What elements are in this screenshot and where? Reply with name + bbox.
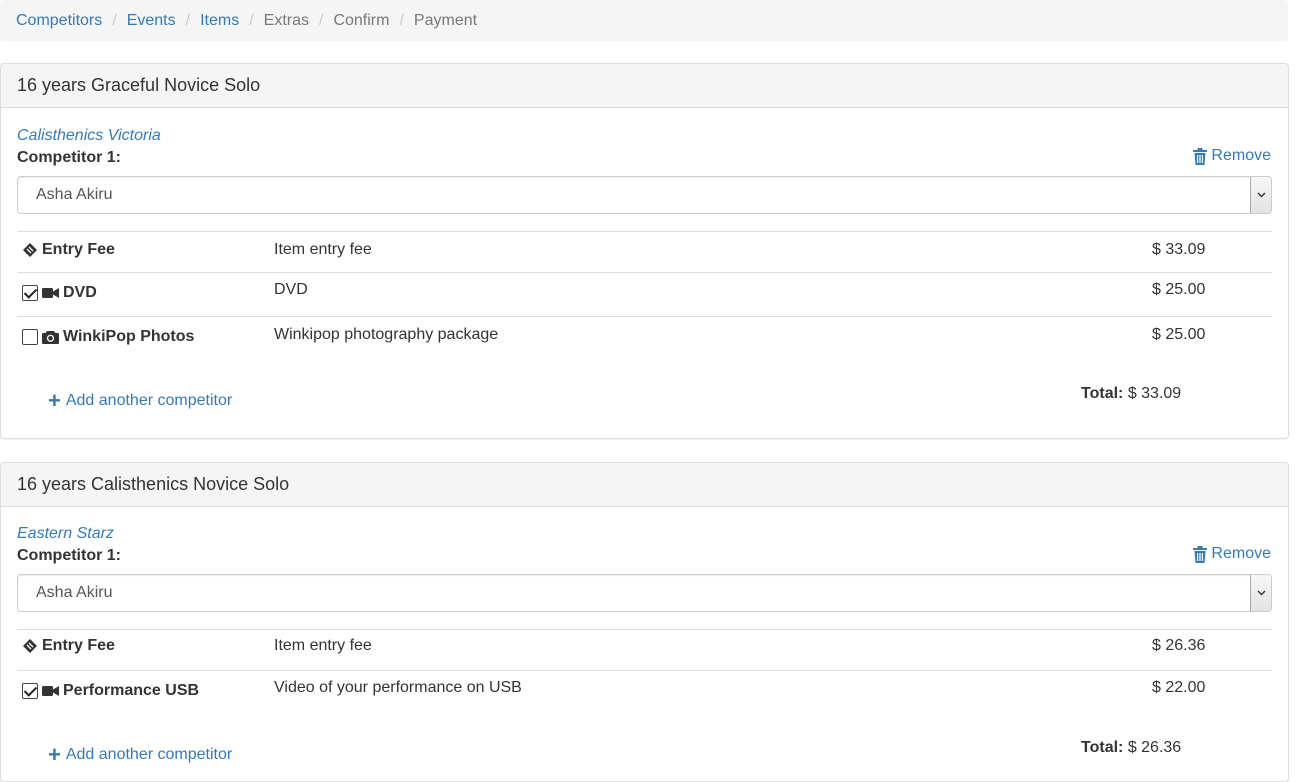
video-camera-icon [42, 685, 59, 697]
competitor-select-value: Asha Akiru [36, 584, 113, 601]
competitor-select[interactable]: Asha Akiru [17, 176, 1272, 214]
item-name: DVD [63, 284, 97, 301]
total-value: $ 26.36 [1127, 739, 1182, 756]
breadcrumb-competitors[interactable]: Competitors [16, 12, 102, 30]
item-description: DVD [274, 281, 308, 298]
item-name-cell: Entry Fee [22, 241, 115, 259]
breadcrumb-confirm: Confirm [333, 11, 390, 29]
winkipop-checkbox[interactable] [22, 329, 38, 345]
camera-icon [42, 330, 59, 344]
event-panel: 16 years Calisthenics Novice Solo Easter… [0, 462, 1289, 782]
items-table: Entry Fee Item entry fee $ 26.36 Perform… [17, 629, 1272, 714]
total: Total: $ 33.09 [1081, 385, 1181, 403]
ticket-icon [22, 638, 38, 654]
breadcrumb-extras: Extras [263, 11, 309, 29]
video-camera-icon [42, 287, 59, 299]
chevron-down-icon[interactable] [1250, 575, 1271, 611]
item-price: $ 25.00 [1152, 326, 1206, 343]
item-description: Winkipop photography package [274, 326, 499, 343]
plus-icon: + [48, 388, 61, 413]
organisation-link[interactable]: Calisthenics Victoria [17, 127, 161, 145]
remove-button[interactable]: Remove [1193, 147, 1271, 165]
event-title: 16 years Graceful Novice Solo [1, 64, 1288, 108]
item-name-cell: DVD [22, 284, 97, 302]
add-competitor-button[interactable]: + Add another competitor [48, 388, 233, 413]
item-description: Item entry fee [274, 241, 372, 258]
item-name: Performance USB [63, 682, 200, 699]
item-price: $ 26.36 [1152, 637, 1206, 654]
item-row-entry-fee: Entry Fee Item entry fee $ 26.36 [17, 629, 1272, 670]
breadcrumb: Competitors / Events / Items / Extras / … [0, 0, 1288, 41]
ticket-icon [22, 242, 38, 258]
item-name: Entry Fee [42, 241, 115, 258]
total-label: Total: [1081, 385, 1124, 402]
performance-usb-checkbox[interactable] [22, 683, 38, 699]
item-description: Video of your performance on USB [274, 679, 522, 696]
item-description: Item entry fee [274, 637, 372, 654]
add-competitor-label: Add another competitor [65, 746, 233, 763]
breadcrumb-items[interactable]: Items [200, 12, 239, 30]
add-competitor-label: Add another competitor [65, 392, 233, 409]
item-price: $ 25.00 [1152, 281, 1206, 298]
item-price: $ 33.09 [1152, 241, 1206, 258]
item-name: Entry Fee [42, 637, 115, 654]
breadcrumb-separator: / [185, 11, 191, 29]
event-panel: 16 years Graceful Novice Solo Calistheni… [0, 63, 1289, 439]
breadcrumb-separator: / [399, 11, 404, 29]
breadcrumb-payment: Payment [413, 11, 478, 29]
item-row-winkipop: WinkiPop Photos Winkipop photography pac… [17, 316, 1272, 360]
breadcrumb-separator: / [319, 11, 324, 29]
plus-icon: + [48, 742, 61, 767]
competitor-select[interactable]: Asha Akiru [17, 574, 1272, 612]
breadcrumb-events[interactable]: Events [127, 12, 176, 30]
competitor-label: Competitor 1: [17, 149, 121, 166]
competitor-select-value: Asha Akiru [36, 186, 113, 203]
item-name-cell: Performance USB [22, 682, 199, 700]
dvd-checkbox[interactable] [22, 285, 38, 301]
item-name: WinkiPop Photos [63, 328, 195, 345]
item-name-cell: Entry Fee [22, 637, 115, 655]
trash-icon [1193, 545, 1208, 563]
remove-label: Remove [1211, 147, 1271, 164]
breadcrumb-separator: / [249, 11, 254, 29]
add-competitor-button[interactable]: + Add another competitor [48, 742, 233, 767]
remove-button[interactable]: Remove [1193, 545, 1271, 563]
item-row-entry-fee: Entry Fee Item entry fee $ 33.09 [17, 231, 1272, 272]
item-name-cell: WinkiPop Photos [22, 328, 194, 346]
item-row-performance-usb: Performance USB Video of your performanc… [17, 670, 1272, 714]
item-row-dvd: DVD DVD $ 25.00 [17, 272, 1272, 316]
total-value: $ 33.09 [1127, 385, 1182, 402]
breadcrumb-separator: / [112, 11, 117, 29]
trash-icon [1193, 147, 1208, 165]
competitor-label: Competitor 1: [17, 547, 121, 564]
chevron-down-icon[interactable] [1250, 177, 1271, 213]
event-title: 16 years Calisthenics Novice Solo [1, 463, 1288, 507]
items-table: Entry Fee Item entry fee $ 33.09 DVD DVD… [17, 231, 1272, 360]
organisation-link[interactable]: Eastern Starz [17, 525, 114, 543]
remove-label: Remove [1211, 545, 1271, 562]
total-label: Total: [1081, 739, 1124, 756]
total: Total: $ 26.36 [1081, 739, 1181, 757]
item-price: $ 22.00 [1152, 679, 1206, 696]
